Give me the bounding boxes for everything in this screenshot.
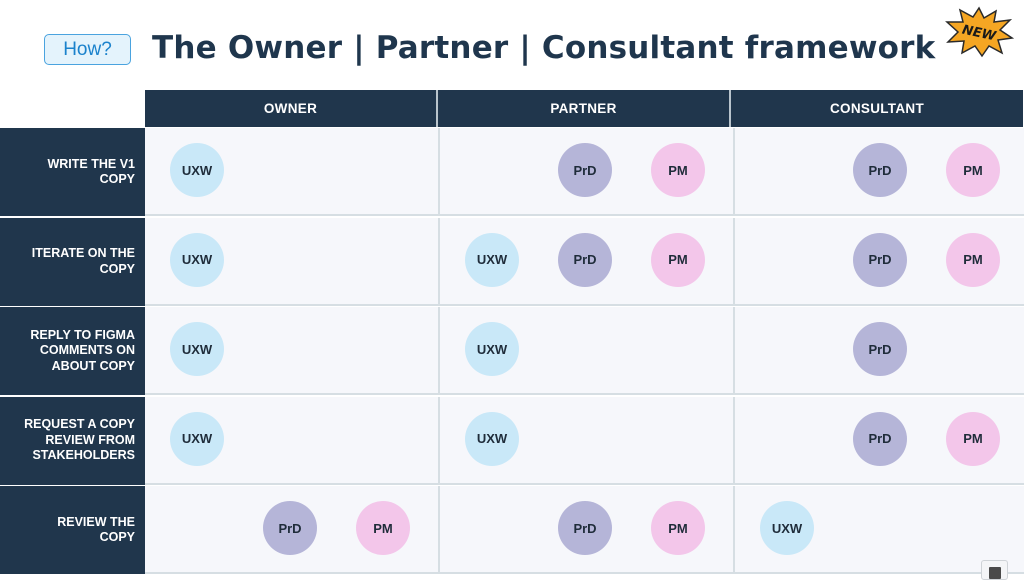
expand-button[interactable] <box>981 560 1008 580</box>
role-chip-prd: PrD <box>853 232 907 287</box>
cell-partner: UXW PrD PM <box>440 217 735 306</box>
expand-icon <box>989 567 1001 579</box>
cell-partner: UXW <box>440 307 735 395</box>
role-chip-pm: PM <box>356 501 410 555</box>
cell-partner: PrD PM <box>440 128 735 216</box>
role-chip-prd: PrD <box>853 411 907 466</box>
table-row: ITERATE ON THE COPY UXW UXW PrD PM PrD PM <box>0 217 1024 306</box>
role-chip-pm: PM <box>946 143 1000 197</box>
role-chip-prd: PrD <box>263 501 317 555</box>
role-chip-pm: PM <box>946 411 1000 466</box>
role-chip-uxw: UXW <box>760 501 814 555</box>
role-chip-prd: PrD <box>853 322 907 376</box>
cell-partner: PrD PM <box>440 486 735 574</box>
role-chip-uxw: UXW <box>170 411 224 466</box>
table-row: WRITE THE V1 COPY UXW PrD PM PrD PM <box>0 128 1024 216</box>
role-chip-uxw: UXW <box>465 322 519 376</box>
column-header-partner: PARTNER <box>438 90 731 127</box>
cell-consultant: PrD PM <box>735 396 1024 485</box>
row-label: REVIEW THE COPY <box>0 486 145 574</box>
role-chip-prd: PrD <box>558 143 612 197</box>
column-headers: OWNER PARTNER CONSULTANT <box>145 90 1023 127</box>
cell-consultant: PrD PM <box>735 128 1024 216</box>
how-button[interactable]: How? <box>44 34 131 65</box>
role-chip-prd: PrD <box>558 232 612 287</box>
role-chip-prd: PrD <box>853 143 907 197</box>
cell-partner: UXW <box>440 396 735 485</box>
role-chip-pm: PM <box>946 232 1000 287</box>
table-row: REQUEST A COPY REVIEW FROM STAKEHOLDERS U… <box>0 396 1024 485</box>
column-header-owner: OWNER <box>145 90 438 127</box>
role-chip-pm: PM <box>651 143 705 197</box>
cell-consultant: PrD PM <box>735 217 1024 306</box>
column-header-consultant: CONSULTANT <box>731 90 1023 127</box>
page-title: The Owner | Partner | Consultant framewo… <box>152 30 936 66</box>
cell-owner: UXW <box>145 217 440 306</box>
row-label: REQUEST A COPY REVIEW FROM STAKEHOLDERS <box>0 396 145 485</box>
cell-owner: UXW <box>145 128 440 216</box>
role-chip-uxw: UXW <box>465 411 519 466</box>
role-chip-uxw: UXW <box>465 232 519 287</box>
row-label: ITERATE ON THE COPY <box>0 217 145 306</box>
row-label: REPLY TO FIGMA COMMENTS ON ABOUT COPY <box>0 307 145 395</box>
role-chip-uxw: UXW <box>170 232 224 287</box>
role-chip-uxw: UXW <box>170 322 224 376</box>
cell-consultant: PrD <box>735 307 1024 395</box>
cell-owner: UXW <box>145 307 440 395</box>
table-row: REVIEW THE COPY PrD PM PrD PM UXW <box>0 486 1024 574</box>
row-label: WRITE THE V1 COPY <box>0 128 145 216</box>
new-badge-icon: NEW <box>945 6 1014 58</box>
role-chip-pm: PM <box>651 501 705 555</box>
role-chip-prd: PrD <box>558 501 612 555</box>
table-row: REPLY TO FIGMA COMMENTS ON ABOUT COPY UXW… <box>0 307 1024 395</box>
role-chip-uxw: UXW <box>170 143 224 197</box>
role-chip-pm: PM <box>651 232 705 287</box>
cell-owner: UXW <box>145 396 440 485</box>
cell-owner: PrD PM <box>145 486 440 574</box>
